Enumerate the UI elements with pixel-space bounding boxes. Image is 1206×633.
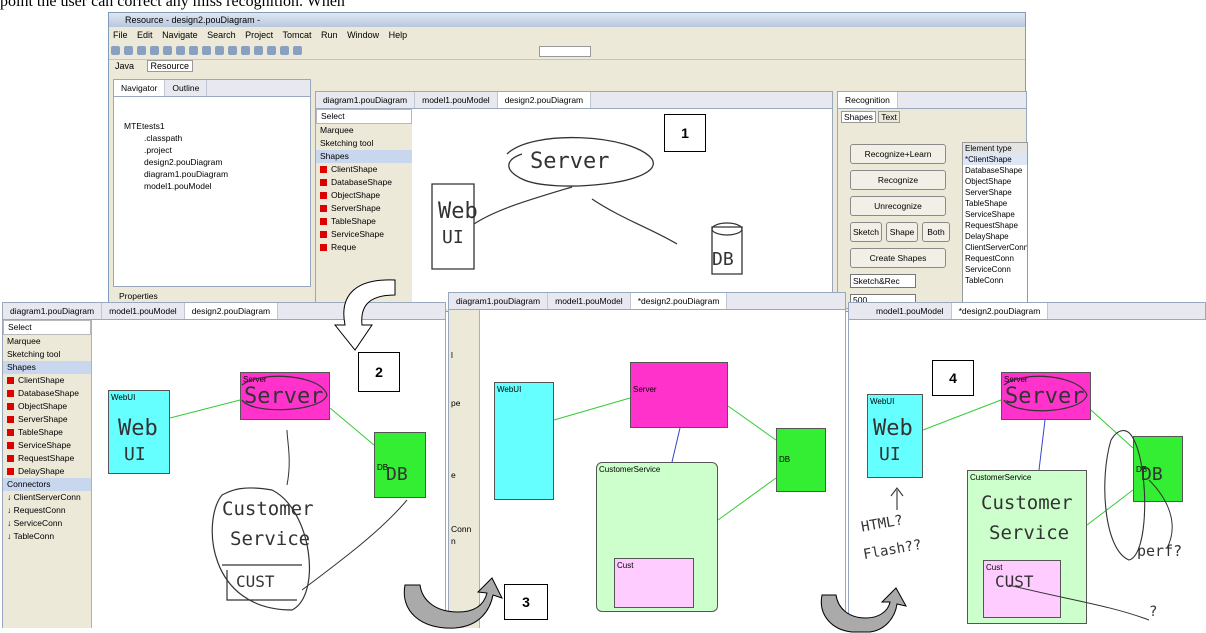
arrow-3-to-4 — [820, 587, 907, 633]
